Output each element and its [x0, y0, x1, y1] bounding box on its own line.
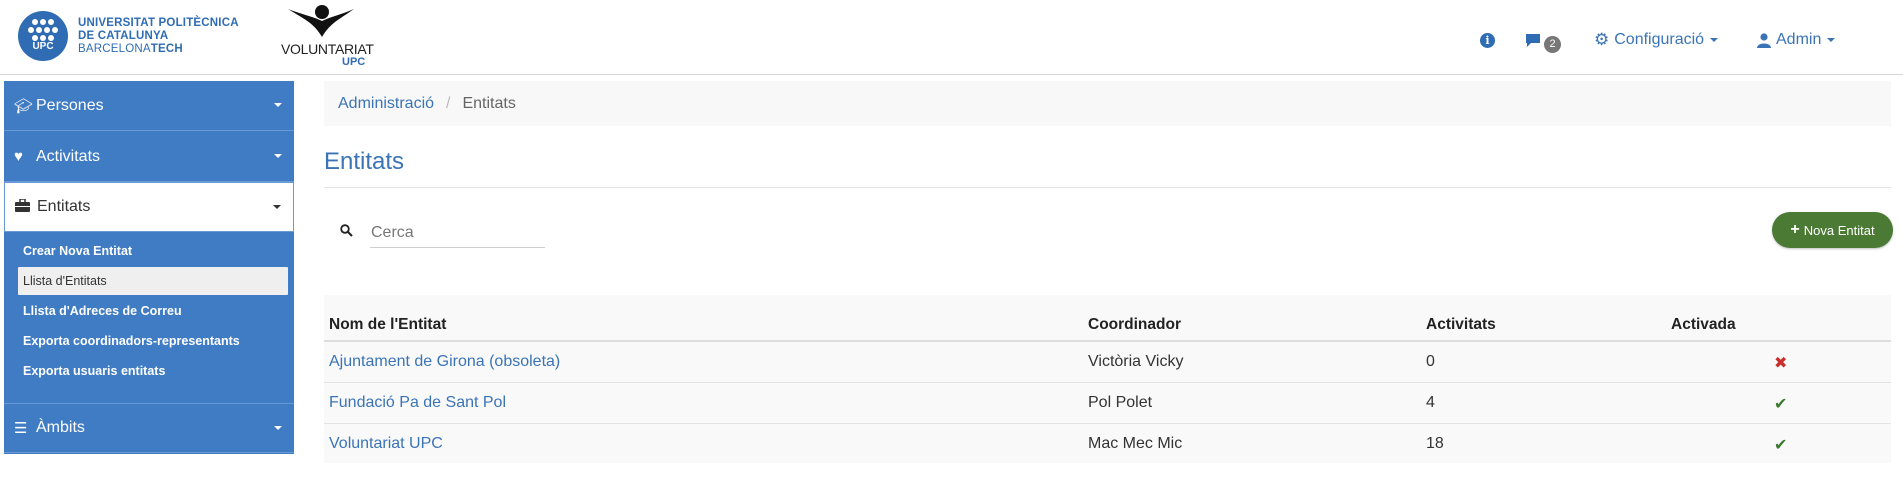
plus-icon: +	[1790, 221, 1800, 238]
chevron-down-icon	[1827, 38, 1836, 42]
search-input[interactable]	[370, 218, 545, 248]
new-entity-button[interactable]: + Nova Entitat	[1772, 212, 1893, 248]
chevron-down-icon	[1710, 38, 1719, 42]
breadcrumb-current: Entitats	[462, 94, 516, 112]
column-header-coordinator[interactable]: Coordinador	[1088, 316, 1181, 334]
user-dropdown[interactable]: Admin	[1757, 28, 1836, 52]
graduation-cap-icon: 🎓︎	[14, 97, 34, 115]
gear-icon: ⚙	[1594, 30, 1610, 49]
messages-count-badge: 2	[1544, 35, 1561, 53]
upc-emblem-icon: UPC	[18, 11, 68, 61]
sidebar-item-llista-adreces-correu[interactable]: Llista d'Adreces de Correu	[18, 297, 288, 325]
search-icon	[340, 224, 353, 237]
top-navbar: UPC UNIVERSITAT POLITÈCNICA DE CATALUNYA…	[0, 0, 1903, 75]
comment-icon	[1526, 33, 1540, 47]
voluntariat-figure-icon	[288, 5, 354, 37]
table-header: Nom de l'Entitat Coordinador Activitats …	[324, 308, 1891, 342]
user-icon	[1757, 32, 1771, 48]
inactive-cross-icon: ✖	[1774, 355, 1788, 372]
search-box	[340, 218, 545, 248]
chevron-down-icon	[274, 154, 282, 158]
sidebar-item-exporta-coordinadors[interactable]: Exporta coordinadors-representants	[18, 327, 288, 355]
entity-name-link[interactable]: Voluntariat UPC	[329, 435, 443, 453]
active-check-icon: ✔	[1774, 437, 1788, 454]
chevron-down-icon	[273, 205, 281, 209]
sidebar: 🎓︎ Persones ♥ Activitats Entitats Crear …	[4, 81, 294, 454]
config-dropdown[interactable]: ⚙ Configuració	[1594, 28, 1719, 52]
table-row: Voluntariat UPC Mac Mec Mic 18 ✔	[324, 424, 1891, 465]
sidebar-item-llista-entitats[interactable]: Llista d'Entitats	[18, 267, 288, 295]
activities-cell: 18	[1426, 435, 1444, 452]
table-row: Fundació Pa de Sant Pol Pol Polet 4 ✔	[324, 383, 1891, 424]
breadcrumb-link-administracio[interactable]: Administració	[338, 95, 434, 113]
coordinator-cell: Pol Polet	[1088, 394, 1153, 411]
column-header-active[interactable]: Activada	[1671, 316, 1736, 334]
coordinator-cell: Mac Mec Mic	[1088, 435, 1183, 452]
entity-name-link[interactable]: Fundació Pa de Sant Pol	[329, 394, 506, 412]
title-divider	[324, 187, 1891, 188]
upc-logo-text: UNIVERSITAT POLITÈCNICA DE CATALUNYA BAR…	[78, 16, 239, 55]
sidebar-panel-ambits[interactable]: ☰ Àmbits	[4, 403, 294, 453]
briefcase-icon	[15, 197, 33, 216]
entities-table: Nom de l'Entitat Coordinador Activitats …	[324, 295, 1891, 463]
sidebar-panel-activitats[interactable]: ♥ Activitats	[4, 132, 294, 182]
entity-name-link[interactable]: Ajuntament de Girona (obsoleta)	[329, 353, 560, 371]
info-button[interactable]: i	[1480, 28, 1495, 52]
sidebar-panel-entitats[interactable]: Entitats	[4, 182, 294, 232]
heart-icon: ♥	[14, 148, 23, 165]
active-check-icon: ✔	[1774, 396, 1788, 413]
config-label: Configuració	[1614, 31, 1705, 48]
column-header-activities[interactable]: Activitats	[1426, 316, 1496, 334]
breadcrumb-separator: /	[446, 94, 451, 112]
chevron-down-icon	[274, 426, 282, 430]
messages-button[interactable]: 2	[1525, 28, 1561, 53]
chevron-down-icon	[274, 103, 282, 107]
list-icon: ☰	[14, 420, 28, 437]
activities-cell: 0	[1426, 353, 1435, 370]
voluntariat-logo[interactable]: VOLUNTARIAT UPC	[278, 3, 378, 68]
column-header-name[interactable]: Nom de l'Entitat	[329, 316, 446, 334]
activities-cell: 4	[1426, 394, 1435, 411]
page-title: Entitats	[324, 148, 405, 175]
user-label: Admin	[1776, 31, 1822, 48]
breadcrumb: Administració / Entitats	[324, 81, 1891, 126]
sidebar-item-exporta-usuaris[interactable]: Exporta usuaris entitats	[18, 357, 288, 385]
table-row: Ajuntament de Girona (obsoleta) Victòria…	[324, 342, 1891, 383]
sidebar-panel-persones[interactable]: 🎓︎ Persones	[4, 81, 294, 131]
coordinator-cell: Victòria Vicky	[1088, 353, 1184, 370]
upc-logo[interactable]: UPC UNIVERSITAT POLITÈCNICA DE CATALUNYA…	[18, 11, 239, 61]
info-icon: i	[1480, 32, 1495, 48]
sidebar-item-crear-nova-entitat[interactable]: Crear Nova Entitat	[18, 237, 288, 265]
